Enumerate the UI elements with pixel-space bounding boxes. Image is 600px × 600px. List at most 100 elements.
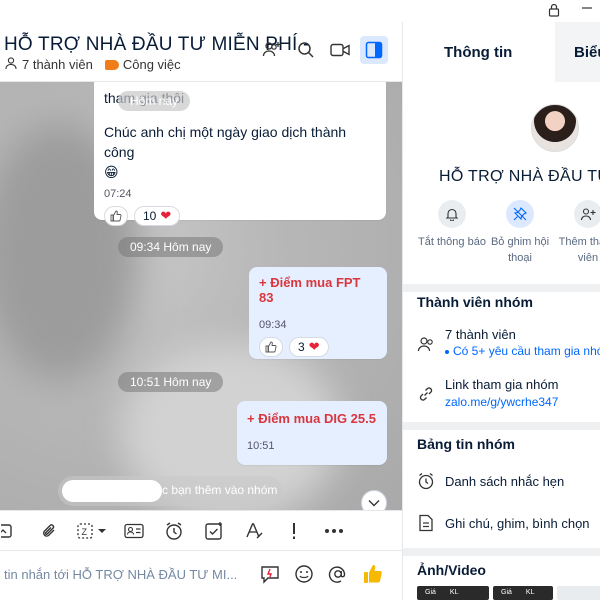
system-notice: c bạn thêm vào nhóm bbox=[58, 476, 282, 506]
reminder-clock-icon bbox=[417, 472, 435, 490]
reaction-count-value: 3 bbox=[298, 340, 305, 354]
message-text-dig: + Điểm mua DIG 25.5 bbox=[247, 411, 376, 426]
toggle-info-panel-icon[interactable] bbox=[360, 36, 388, 64]
group-actions: Tắt thông báo Bỏ ghim hội thoại Thêm thà… bbox=[403, 200, 600, 270]
add-member-icon[interactable] bbox=[258, 36, 286, 64]
add-member-button[interactable]: Thêm thành viên bbox=[553, 200, 600, 266]
chat-header: HỖ TRỢ NHÀ ĐẦU TƯ MIỄN PHÍ - 7 thành viê… bbox=[0, 22, 402, 82]
unpin-icon bbox=[506, 200, 534, 228]
notes-label: Ghi chú, ghim, bình chọn bbox=[445, 515, 590, 531]
grin-emoji-icon: 😁 bbox=[104, 164, 119, 180]
tag-label[interactable]: Công việc bbox=[123, 57, 181, 72]
tab-other[interactable]: Biểu bbox=[574, 44, 600, 61]
like-icon[interactable] bbox=[104, 206, 128, 226]
message-bubble-sent[interactable]: + Điểm mua FPT 83 09:34 3 ❤ bbox=[249, 267, 387, 359]
message-list[interactable]: tham gia thôi Chúc anh chị một ngày giao… bbox=[0, 82, 402, 510]
message-time: 10:51 bbox=[247, 440, 275, 452]
minimize-icon[interactable] bbox=[580, 0, 594, 17]
action-label: Bỏ ghim hội thoại bbox=[490, 236, 550, 264]
media-thumbnail[interactable] bbox=[557, 586, 600, 600]
info-panel: Thông tin Biểu HỖ TRỢ NHÀ ĐẦU TƯ Tắt thô… bbox=[402, 22, 600, 600]
info-tabs: Thông tin Biểu bbox=[403, 22, 600, 82]
invite-link-row[interactable]: Link tham gia nhóm zalo.me/g/ywcrhe347 bbox=[417, 377, 558, 409]
link-icon bbox=[417, 385, 435, 403]
chat-subtitle: 7 thành viên Công việc bbox=[4, 56, 181, 73]
attachment-icon[interactable] bbox=[30, 515, 70, 547]
composer-toolbar: Z bbox=[0, 510, 402, 550]
svg-text:Z: Z bbox=[82, 527, 88, 537]
like-icon[interactable] bbox=[259, 337, 283, 357]
note-icon bbox=[417, 514, 435, 532]
message-text: Chúc anh chị một ngày giao dịch thành cô… bbox=[104, 124, 347, 160]
divider bbox=[403, 284, 600, 292]
unpin-conversation-button[interactable]: Bỏ ghim hội thoại bbox=[485, 200, 555, 266]
notice-text: c bạn thêm vào nhóm bbox=[162, 483, 278, 497]
message-bubble-sent[interactable]: + Điểm mua DIG 25.5 10:51 bbox=[237, 401, 387, 465]
more-options-icon[interactable] bbox=[314, 515, 354, 547]
reaction-row: 10 ❤ bbox=[104, 206, 376, 226]
date-separator: 09:34 Hôm nay bbox=[118, 237, 224, 257]
heart-icon: ❤ bbox=[308, 339, 320, 354]
quick-reply-icon[interactable] bbox=[260, 564, 280, 589]
thumb-col-volume: KL bbox=[449, 589, 459, 596]
board-section-title[interactable]: Bảng tin nhóm bbox=[417, 436, 515, 452]
message-time: 09:34 bbox=[259, 319, 287, 331]
bell-icon bbox=[438, 200, 466, 228]
invite-link-url[interactable]: zalo.me/g/ywcrhe347 bbox=[445, 395, 558, 409]
search-icon[interactable] bbox=[292, 36, 320, 64]
mute-notifications-button[interactable]: Tắt thông báo bbox=[417, 200, 487, 250]
action-label: Thêm thành viên bbox=[558, 236, 600, 264]
members-row[interactable]: 7 thành viên Có 5+ yêu cầu tham gia nhóm bbox=[417, 327, 600, 358]
composer: tin nhắn tới HỖ TRỢ NHÀ ĐẦU TƯ MI... bbox=[0, 550, 402, 600]
invite-link-label: Link tham gia nhóm bbox=[445, 377, 559, 392]
media-section-title[interactable]: Ảnh/Video bbox=[417, 562, 486, 578]
urgent-icon[interactable] bbox=[274, 515, 314, 547]
member-icon bbox=[4, 56, 18, 73]
date-separator-overlay: Hôm nay bbox=[118, 91, 191, 111]
tab-info[interactable]: Thông tin bbox=[444, 44, 512, 61]
screenshot-icon[interactable]: Z bbox=[70, 515, 114, 547]
task-icon[interactable] bbox=[194, 515, 234, 547]
group-name: HỖ TRỢ NHÀ ĐẦU TƯ bbox=[439, 168, 600, 185]
thumb-col-volume: KL bbox=[525, 589, 535, 596]
members-section-title[interactable]: Thành viên nhóm bbox=[417, 294, 533, 310]
thumb-col-price: Giá bbox=[501, 589, 512, 596]
chat-panel: HỖ TRỢ NHÀ ĐẦU TƯ MIỄN PHÍ - 7 thành viê… bbox=[0, 22, 402, 600]
text-format-icon[interactable] bbox=[234, 515, 274, 547]
reaction-row: 3 ❤ bbox=[259, 337, 377, 357]
emoji-icon[interactable] bbox=[294, 564, 314, 589]
message-time: 07:24 bbox=[104, 188, 132, 200]
reminder-clock-icon[interactable] bbox=[154, 515, 194, 547]
divider bbox=[403, 548, 600, 556]
message-text-fpt: + Điểm mua FPT 83 bbox=[259, 275, 361, 305]
add-member-icon bbox=[574, 200, 600, 228]
header-actions bbox=[258, 36, 388, 64]
date-separator: 10:51 Hôm nay bbox=[118, 372, 224, 392]
contact-card-icon[interactable] bbox=[114, 515, 154, 547]
thumb-col-price: Giá bbox=[425, 589, 436, 596]
media-thumbnail[interactable]: Giá KL bbox=[493, 586, 553, 600]
reaction-count[interactable]: 10 ❤ bbox=[134, 206, 181, 226]
tag-icon bbox=[104, 59, 119, 70]
video-call-icon[interactable] bbox=[326, 36, 354, 64]
action-label: Tắt thông báo bbox=[418, 236, 486, 248]
reaction-count[interactable]: 3 ❤ bbox=[289, 337, 329, 357]
message-input[interactable]: tin nhắn tới HỖ TRỢ NHÀ ĐẦU TƯ MI... bbox=[4, 567, 237, 582]
reaction-count-value: 10 bbox=[143, 209, 157, 223]
scroll-down-button[interactable] bbox=[361, 490, 387, 510]
media-thumbnail[interactable]: Giá KL bbox=[417, 586, 489, 600]
members-icon bbox=[417, 335, 435, 353]
members-request-link[interactable]: Có 5+ yêu cầu tham gia nhóm bbox=[445, 344, 600, 358]
group-avatar[interactable] bbox=[531, 104, 579, 152]
reminders-label: Danh sách nhắc hẹn bbox=[445, 473, 565, 489]
member-count[interactable]: 7 thành viên bbox=[22, 57, 93, 72]
heart-icon: ❤ bbox=[160, 208, 172, 223]
notes-row[interactable]: Ghi chú, ghim, bình chọn bbox=[417, 514, 590, 532]
sticker-icon[interactable] bbox=[0, 515, 16, 547]
reminders-row[interactable]: Danh sách nhắc hẹn bbox=[417, 472, 564, 490]
mention-icon[interactable] bbox=[328, 564, 348, 589]
lock-icon[interactable] bbox=[548, 3, 560, 20]
thumbs-up-send-icon[interactable] bbox=[362, 563, 384, 590]
members-count: 7 thành viên bbox=[445, 327, 516, 342]
window-titlebar bbox=[0, 0, 600, 22]
